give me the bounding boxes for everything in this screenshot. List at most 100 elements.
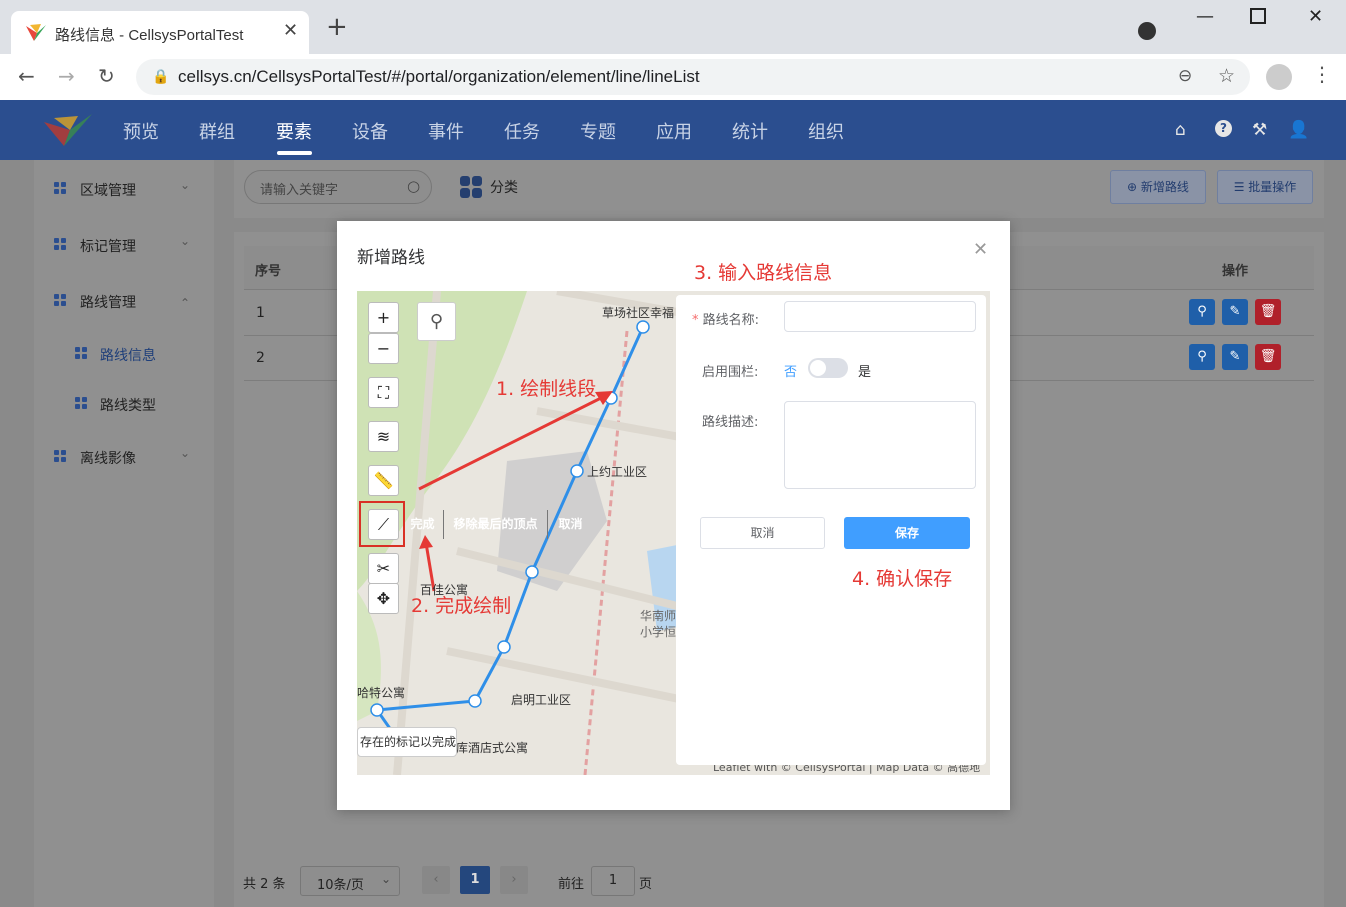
- route-name-label-text: 路线名称:: [702, 313, 760, 328]
- minimize-icon[interactable]: —: [1196, 6, 1214, 27]
- layers-icon[interactable]: ≋: [368, 421, 399, 452]
- finish-draw-button[interactable]: 完成: [402, 510, 444, 539]
- cancel-draw-button[interactable]: 取消: [548, 510, 593, 539]
- row-actions: ⚲ ✎ 🗑: [1189, 344, 1281, 372]
- add-route-button[interactable]: ⊕ 新增路线: [1110, 170, 1206, 204]
- user-icon[interactable]: 👤: [1288, 120, 1309, 140]
- grid-icon: [54, 238, 67, 251]
- prev-page-icon[interactable]: ‹: [422, 866, 450, 894]
- tools-icon[interactable]: ⚒: [1252, 120, 1267, 140]
- browser-tab[interactable]: 路线信息 - CellsysPortalTest ✕: [11, 11, 309, 54]
- row-index: 2: [256, 350, 265, 366]
- route-name-input[interactable]: [784, 301, 976, 332]
- fence-label: 启用围栏:: [702, 365, 759, 380]
- sidebar-item-route[interactable]: 路线管理 ⌃: [34, 286, 214, 316]
- batch-operation-label: 批量操作: [1248, 180, 1297, 194]
- sidebar-item-label: 路线信息: [100, 348, 156, 364]
- maximize-icon[interactable]: [1250, 8, 1266, 24]
- annotation-step-1: 1. 绘制线段: [496, 378, 597, 400]
- batch-operation-button[interactable]: ☰ 批量操作: [1217, 170, 1313, 204]
- sidebar-item-label: 路线管理: [80, 295, 136, 311]
- toggle-knob: [810, 360, 826, 376]
- reload-icon[interactable]: ↻: [98, 64, 115, 88]
- page-number-current[interactable]: 1: [460, 866, 490, 894]
- sidebar-item-marker[interactable]: 标记管理 ⌄: [34, 230, 214, 260]
- tab-close-icon[interactable]: ✕: [283, 20, 298, 41]
- nav-item-device[interactable]: 设备: [352, 118, 388, 144]
- route-desc-textarea[interactable]: [784, 401, 976, 489]
- help-icon[interactable]: ?: [1215, 120, 1232, 137]
- favicon-icon: [26, 24, 46, 41]
- annotation-step-2: 2. 完成绘制: [411, 595, 512, 617]
- nav-item-element[interactable]: 要素: [276, 118, 312, 144]
- sidebar-item-offline-image[interactable]: 离线影像 ⌄: [34, 442, 214, 472]
- page-size-select[interactable]: 10条/页 ⌄: [300, 866, 400, 896]
- remove-last-vertex-button[interactable]: 移除最后的顶点: [444, 510, 548, 539]
- fence-off-label: 否: [784, 365, 798, 380]
- forward-icon[interactable]: →: [58, 64, 75, 88]
- sidebar-item-area[interactable]: 区域管理 ⌄: [34, 174, 214, 204]
- grid-icon: [75, 347, 88, 360]
- back-icon[interactable]: ←: [18, 64, 35, 88]
- bookmark-star-icon[interactable]: ☆: [1218, 65, 1235, 87]
- row-index: 1: [256, 305, 265, 321]
- dialog-title: 新增路线: [357, 248, 425, 268]
- add-route-dialog: 新增路线 ✕ 草场社区幸福 上约工业区 百佳公寓 华南师范大学附属 小学恒大御景…: [337, 221, 1010, 810]
- category-icon[interactable]: [460, 176, 482, 198]
- search-placeholder: 请输入关键字: [260, 183, 339, 198]
- new-tab-icon[interactable]: +: [326, 14, 348, 40]
- cancel-button[interactable]: 取消: [700, 517, 825, 549]
- profile-menu-icon[interactable]: [1138, 22, 1156, 40]
- column-header-index: 序号: [255, 264, 282, 279]
- nav-item-topic[interactable]: 专题: [580, 118, 616, 144]
- annotation-step-4: 4. 确认保存: [852, 568, 953, 590]
- edit-icon[interactable]: ✎: [1222, 299, 1248, 325]
- delete-icon[interactable]: 🗑: [1255, 299, 1281, 325]
- nav-item-preview[interactable]: 预览: [123, 118, 159, 144]
- annotation-step-3: 3. 输入路线信息: [694, 262, 833, 284]
- delete-icon[interactable]: 🗑: [1255, 344, 1281, 370]
- account-avatar-icon[interactable]: [1266, 64, 1292, 90]
- browser-menu-icon[interactable]: ⋮: [1312, 62, 1332, 86]
- edit-icon[interactable]: ✎: [1222, 344, 1248, 370]
- edit-vertex-icon[interactable]: ✂: [368, 553, 399, 584]
- pagination: 共 2 条 10条/页 ⌄ ‹ 1 › 前往 1 页: [234, 864, 834, 900]
- next-page-icon[interactable]: ›: [500, 866, 528, 894]
- zoom-in-button[interactable]: +: [368, 302, 399, 333]
- url-bar[interactable]: 🔒 cellsys.cn/CellsysPortalTest/#/portal/…: [136, 59, 1250, 95]
- locate-icon[interactable]: ⚲: [1189, 299, 1215, 325]
- goto-page-input[interactable]: 1: [591, 866, 635, 896]
- home-icon[interactable]: ⌂: [1175, 120, 1186, 140]
- search-input[interactable]: 请输入关键字 ○: [244, 170, 432, 204]
- map-label: 启明工业区: [511, 693, 572, 707]
- grid-icon: [54, 450, 67, 463]
- window-close-icon[interactable]: ✕: [1308, 6, 1323, 27]
- draw-line-highlight: [359, 501, 405, 547]
- map-search-icon[interactable]: ⚲: [417, 302, 456, 341]
- nav-item-org[interactable]: 组织: [808, 118, 844, 144]
- zoom-out-button[interactable]: −: [368, 333, 399, 364]
- nav-item-app[interactable]: 应用: [656, 118, 692, 144]
- grid-icon: [75, 397, 88, 410]
- chevron-down-icon: ⌄: [180, 178, 191, 192]
- move-icon[interactable]: ✥: [368, 583, 399, 614]
- nav-item-task[interactable]: 任务: [504, 118, 540, 144]
- zoom-icon[interactable]: ⊖: [1178, 66, 1192, 86]
- sidebar-item-label: 区域管理: [80, 183, 136, 199]
- nav-item-stats[interactable]: 统计: [732, 118, 768, 144]
- category-label[interactable]: 分类: [490, 177, 518, 197]
- sidebar-item-label: 离线影像: [80, 451, 136, 467]
- sidebar-item-route-info[interactable]: 路线信息: [34, 339, 214, 369]
- dialog-close-icon[interactable]: ✕: [973, 239, 988, 260]
- page-size-value: 10条/页: [317, 878, 364, 893]
- draw-tooltip: 存在的标记以完成: [357, 727, 457, 757]
- nav-item-event[interactable]: 事件: [428, 118, 464, 144]
- nav-item-group[interactable]: 群组: [199, 118, 235, 144]
- sidebar-item-route-type[interactable]: 路线类型: [34, 389, 214, 419]
- locate-icon[interactable]: ⚲: [1189, 344, 1215, 370]
- ruler-icon[interactable]: 📏: [368, 465, 399, 496]
- map-view[interactable]: 草场社区幸福 上约工业区 百佳公寓 华南师范大学附属 小学恒大御景学校 哈特公寓…: [357, 291, 990, 775]
- fence-toggle[interactable]: [808, 358, 848, 378]
- fullscreen-icon[interactable]: ⛶: [368, 377, 399, 408]
- save-button[interactable]: 保存: [844, 517, 970, 549]
